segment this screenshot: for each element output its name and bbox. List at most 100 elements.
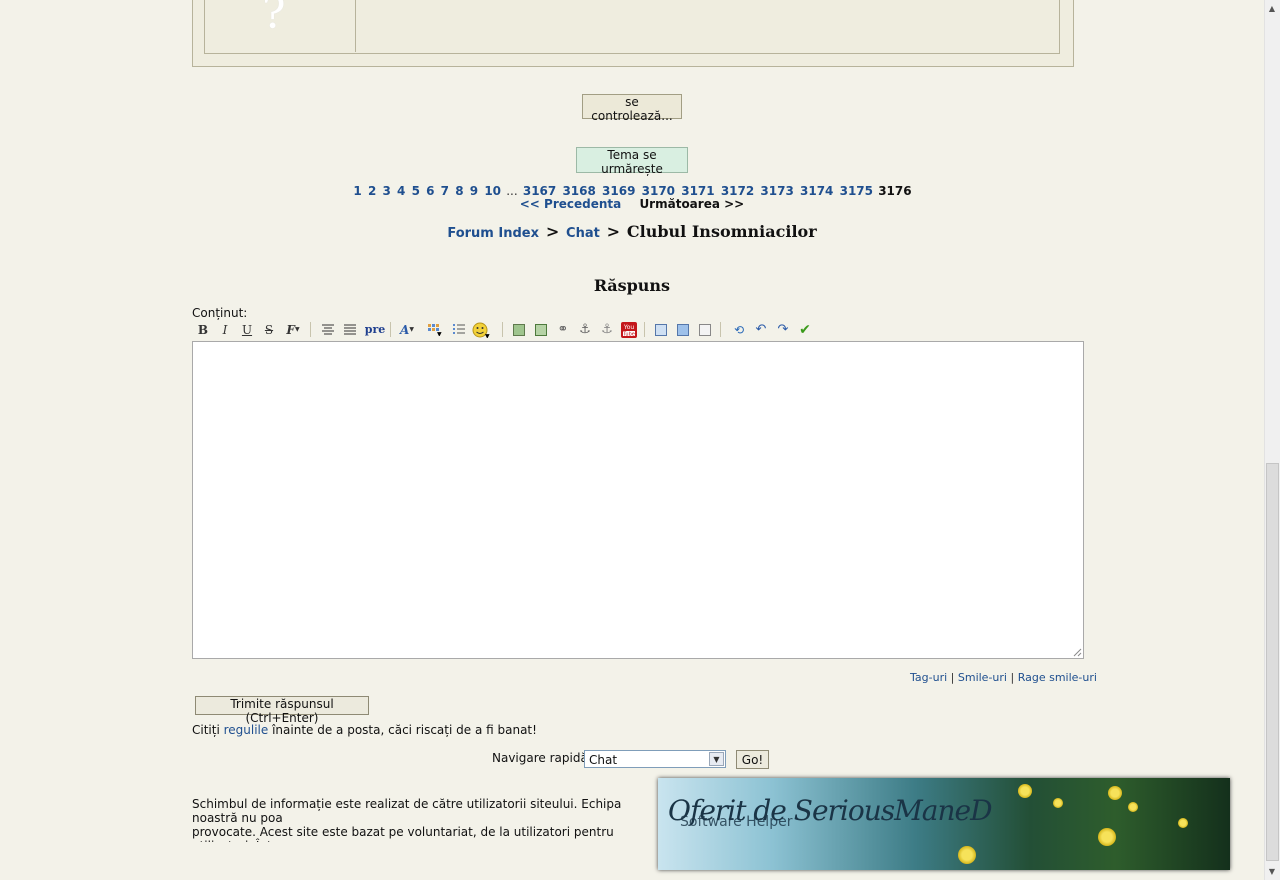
page-link[interactable]: 3170: [642, 184, 675, 198]
svg-text:▼: ▼: [437, 331, 442, 336]
watch-topic-button[interactable]: Tema se urmărește: [576, 147, 688, 176]
toolbar-separator: [310, 322, 311, 337]
youtube-icon[interactable]: You Tube: [620, 321, 638, 338]
tags-link[interactable]: Tag-uri: [910, 671, 947, 684]
font-icon[interactable]: F ▼: [284, 321, 302, 338]
page-link[interactable]: 4: [397, 184, 405, 198]
promo-banner[interactable]: Oferit de SeriousManeD Software Helper: [658, 778, 1230, 870]
breadcrumb-chat-link[interactable]: Chat: [566, 226, 600, 241]
flower-decoration: [1098, 828, 1116, 846]
page-link[interactable]: 5: [412, 184, 420, 198]
breadcrumb-current-topic: Clubul Insomniacilor: [626, 222, 817, 241]
bold-icon[interactable]: B: [194, 321, 212, 338]
page-link[interactable]: 3175: [840, 184, 873, 198]
previous-page-link[interactable]: << Precedenta: [520, 197, 622, 211]
redo-icon[interactable]: ↷: [774, 321, 792, 338]
resize-grip-icon[interactable]: [1072, 647, 1082, 657]
page-link[interactable]: 3168: [562, 184, 595, 198]
font-glyph: F: [286, 322, 295, 337]
quick-nav-selected-value: Chat: [589, 753, 618, 767]
page-link[interactable]: 1: [353, 184, 361, 198]
footer-line-1: Schimbul de informație este realizat de …: [192, 797, 622, 825]
svg-text:You: You: [623, 324, 635, 331]
help-separator: |: [1010, 671, 1015, 684]
page-link[interactable]: 3172: [721, 184, 754, 198]
image-icon[interactable]: [510, 321, 528, 338]
footer-line-2: provocate. Acest site este bazat pe volu…: [192, 825, 614, 842]
align-center-icon[interactable]: [319, 321, 337, 338]
page-link[interactable]: 3171: [681, 184, 714, 198]
help-links: Tag-uri | Smile-uri | Rage smile-uri: [910, 671, 1097, 684]
rules-text-before: Citiți: [192, 723, 224, 737]
undo-icon[interactable]: ↶: [752, 321, 770, 338]
check-icon[interactable]: ✔: [796, 321, 814, 338]
hosted-image-icon[interactable]: [532, 321, 550, 338]
page-link[interactable]: 7: [441, 184, 449, 198]
page-link[interactable]: 9: [470, 184, 478, 198]
quote-icon[interactable]: [652, 321, 670, 338]
submit-reply-button[interactable]: Trimite răspunsul (Ctrl+Enter): [195, 696, 369, 725]
page-link[interactable]: 3: [382, 184, 390, 198]
bold-glyph: B: [197, 322, 209, 337]
breadcrumb: Forum Index > Chat > Clubul Insomniacilo…: [0, 222, 1264, 241]
list-icon[interactable]: [450, 321, 468, 338]
underline-glyph: U: [241, 322, 253, 337]
page-link[interactable]: 3167: [523, 184, 556, 198]
post-divider: [355, 0, 356, 52]
rules-link[interactable]: regulile: [224, 723, 269, 737]
flower-decoration: [1018, 784, 1032, 798]
flower-decoration: [958, 846, 976, 864]
rage-smileys-link[interactable]: Rage smile-uri: [1018, 671, 1097, 684]
page-link[interactable]: 6: [426, 184, 434, 198]
banner-subtitle: Software Helper: [680, 814, 793, 830]
smileys-link[interactable]: Smile-uri: [958, 671, 1007, 684]
breadcrumb-separator: >: [606, 222, 621, 241]
preformatted-icon[interactable]: pre: [363, 321, 387, 338]
anchor-icon[interactable]: ⚓: [576, 321, 594, 338]
pagination-prev-next: << Precedenta Următoarea >>: [0, 197, 1264, 211]
flower-decoration: [1108, 786, 1122, 800]
scroll-up-arrow-icon[interactable]: ▲: [1264, 0, 1280, 17]
pagination-ellipsis: ...: [506, 184, 518, 198]
content-label: Conținut:: [192, 306, 248, 320]
scroll-down-arrow-icon[interactable]: ▼: [1264, 863, 1280, 880]
pre-glyph: pre: [364, 323, 386, 336]
breadcrumb-separator: >: [545, 222, 560, 241]
source-icon[interactable]: ⟲: [730, 321, 748, 338]
rules-text-after: înainte de a posta, căci riscați de a fi…: [268, 723, 537, 737]
align-justify-icon[interactable]: [341, 321, 359, 338]
page-link[interactable]: 3169: [602, 184, 635, 198]
footer-disclaimer: Schimbul de informație este realizat de …: [192, 797, 662, 842]
page-link[interactable]: 8: [455, 184, 463, 198]
flower-decoration: [1178, 818, 1188, 828]
toolbar-separator: [502, 322, 503, 337]
page-link[interactable]: 2: [368, 184, 376, 198]
page-link[interactable]: 3174: [800, 184, 833, 198]
message-textarea[interactable]: [192, 341, 1084, 659]
toolbar-separator: [644, 322, 645, 337]
controls-button[interactable]: se controlează...: [582, 94, 682, 123]
pagination: 1 2 3 4 5 6 7 8 9 10 ... 3167 3168 3169 …: [0, 184, 1264, 198]
toolbar-separator: [390, 322, 391, 337]
spoiler-icon[interactable]: [696, 321, 714, 338]
underline-icon[interactable]: U: [238, 321, 256, 338]
rules-notice: Citiți regulile înainte de a posta, căci…: [192, 723, 537, 737]
quick-nav-select[interactable]: Chat ▼: [584, 750, 726, 768]
page-link[interactable]: 3173: [760, 184, 793, 198]
anchor-link-icon[interactable]: ⚓: [598, 321, 616, 338]
scrollbar-thumb[interactable]: [1266, 463, 1279, 861]
go-button[interactable]: Go!: [736, 750, 769, 769]
text-color-icon[interactable]: A ▼: [398, 321, 416, 338]
chevron-down-icon[interactable]: ▼: [709, 752, 724, 766]
flower-decoration: [1128, 802, 1138, 812]
code-icon[interactable]: [674, 321, 692, 338]
breadcrumb-forum-index-link[interactable]: Forum Index: [447, 226, 539, 241]
italic-icon[interactable]: I: [216, 321, 234, 338]
strikethrough-icon[interactable]: S: [260, 321, 278, 338]
table-icon[interactable]: ▼: [426, 321, 444, 338]
help-separator: |: [950, 671, 955, 684]
page-link[interactable]: 10: [484, 184, 501, 198]
link-icon[interactable]: ⚭: [554, 321, 572, 338]
svg-text:Tube: Tube: [622, 331, 635, 337]
emoticon-icon[interactable]: ▼: [472, 321, 490, 338]
